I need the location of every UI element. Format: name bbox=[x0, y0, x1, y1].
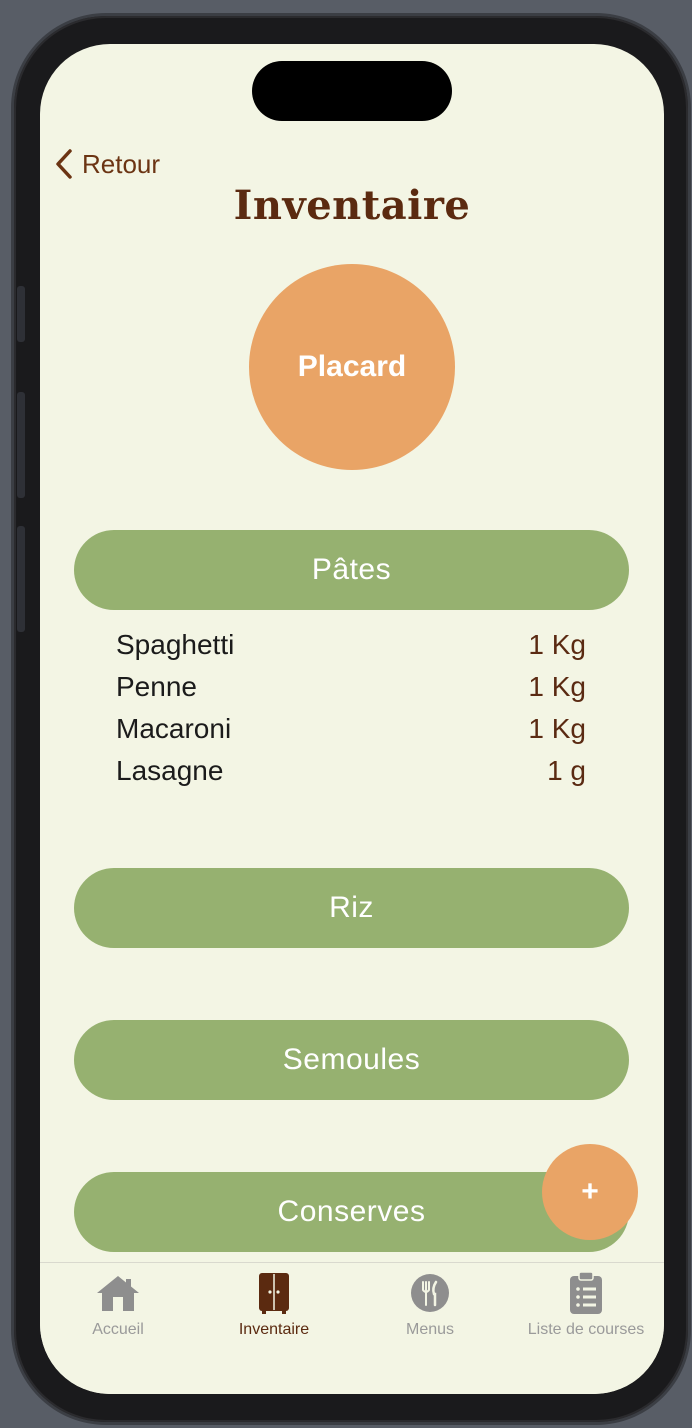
item-quantity: 1 Kg bbox=[528, 713, 586, 744]
plus-icon: + bbox=[581, 1175, 599, 1208]
clipboard-list-icon bbox=[569, 1271, 603, 1315]
fork-knife-icon bbox=[410, 1271, 450, 1315]
item-quantity: 1 Kg bbox=[528, 629, 586, 660]
tab-accueil[interactable]: Accueil bbox=[40, 1263, 196, 1394]
side-button bbox=[17, 392, 25, 498]
back-label: Retour bbox=[82, 148, 161, 179]
tab-liste-de-courses[interactable]: Liste de courses bbox=[508, 1263, 664, 1394]
item-list: Spaghetti 1 Kg Penne 1 Kg Macaroni 1 Kg … bbox=[116, 624, 586, 792]
tab-menus[interactable]: Menus bbox=[352, 1263, 508, 1394]
dynamic-island bbox=[252, 61, 452, 121]
item-name: Penne bbox=[116, 671, 197, 702]
cupboard-icon bbox=[258, 1271, 290, 1315]
house-icon bbox=[95, 1271, 141, 1315]
tab-label: Accueil bbox=[92, 1321, 144, 1338]
app-screen: Retour Inventaire Placard Pâtes Spaghett… bbox=[40, 44, 664, 1394]
tab-label: Liste de courses bbox=[527, 1321, 645, 1338]
item-name: Spaghetti bbox=[116, 629, 235, 660]
item-name: Lasagne bbox=[116, 755, 224, 786]
category-button-pates[interactable]: Pâtes bbox=[74, 530, 629, 610]
category-label: Riz bbox=[329, 891, 374, 924]
category-label: Conserves bbox=[277, 1195, 426, 1228]
side-button bbox=[17, 286, 25, 342]
category-button-semoules[interactable]: Semoules bbox=[74, 1020, 629, 1100]
location-circle[interactable]: Placard bbox=[249, 264, 455, 470]
tab-bar: Accueil Inventaire Menus Liste de course… bbox=[40, 1262, 664, 1394]
back-button[interactable]: Retour bbox=[54, 148, 160, 180]
tab-label: Menus bbox=[405, 1321, 455, 1338]
category-label: Pâtes bbox=[311, 553, 392, 586]
list-item[interactable]: Lasagne 1 g bbox=[116, 750, 586, 792]
item-name: Macaroni bbox=[116, 713, 232, 744]
side-button bbox=[17, 526, 25, 632]
list-item[interactable]: Macaroni 1 Kg bbox=[116, 708, 586, 750]
add-button[interactable]: + bbox=[542, 1144, 638, 1240]
list-item[interactable]: Penne 1 Kg bbox=[116, 666, 586, 708]
chevron-left-icon bbox=[56, 149, 72, 179]
page-title: Inventaire bbox=[233, 182, 471, 229]
tab-inventaire[interactable]: Inventaire bbox=[196, 1263, 352, 1394]
category-label: Semoules bbox=[282, 1043, 421, 1076]
category-button-riz[interactable]: Riz bbox=[74, 868, 629, 948]
item-quantity: 1 Kg bbox=[528, 671, 586, 702]
item-quantity: 1 g bbox=[547, 755, 586, 786]
list-item[interactable]: Spaghetti 1 Kg bbox=[116, 624, 586, 666]
tab-label: Inventaire bbox=[238, 1321, 310, 1338]
location-label: Placard bbox=[297, 350, 407, 383]
